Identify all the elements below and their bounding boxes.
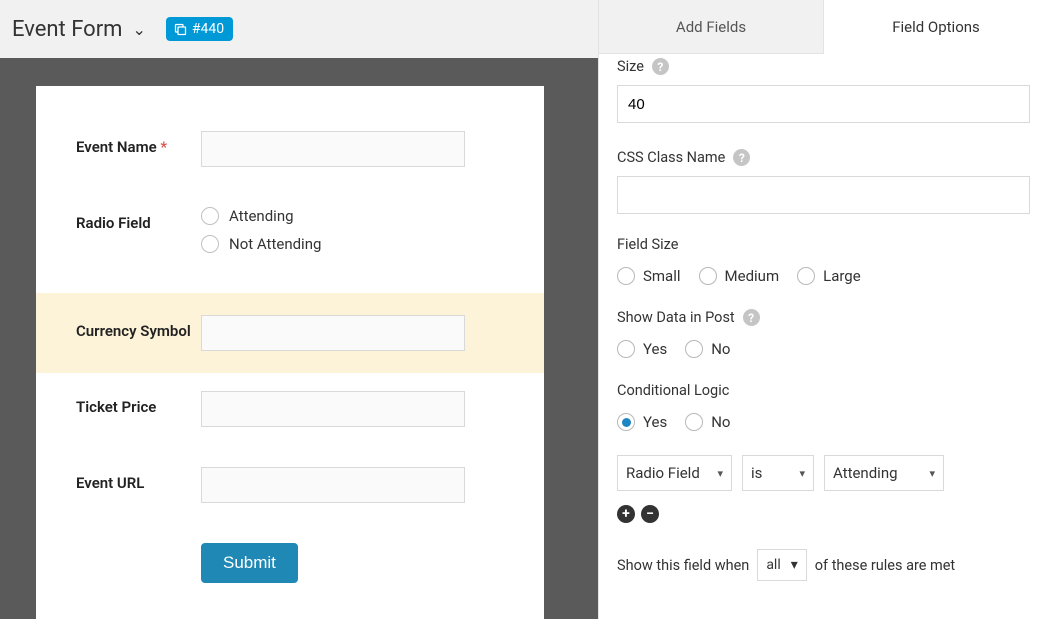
radio-option-attending[interactable]: Attending bbox=[201, 207, 514, 225]
caret-down-icon: ▾ bbox=[717, 467, 723, 480]
form-id-text: #440 bbox=[192, 21, 224, 37]
cond-rule-row: Radio Field ▾ is ▾ Attending ▾ bbox=[617, 455, 1030, 491]
form-card: Event Name * Radio Field Attending bbox=[36, 86, 544, 619]
required-mark: * bbox=[160, 138, 167, 156]
radio-icon bbox=[699, 267, 717, 285]
field-size-medium[interactable]: Medium bbox=[699, 267, 780, 285]
caret-down-icon: ▾ bbox=[791, 557, 798, 573]
radio-icon bbox=[617, 267, 635, 285]
form-preview-scroll[interactable]: Event Name * Radio Field Attending bbox=[0, 58, 598, 619]
size-input[interactable] bbox=[617, 85, 1030, 123]
panel-tabs: Add Fields Field Options bbox=[599, 0, 1048, 54]
field-size-small[interactable]: Small bbox=[617, 267, 681, 285]
field-options-body[interactable]: Size ? CSS Class Name ? Field Size Small… bbox=[599, 54, 1048, 619]
field-label: Currency Symbol bbox=[76, 315, 201, 342]
cond-logic-yes[interactable]: Yes bbox=[617, 413, 667, 431]
form-id-badge[interactable]: #440 bbox=[166, 17, 233, 41]
event-url-input[interactable] bbox=[201, 467, 465, 503]
help-icon[interactable]: ? bbox=[733, 149, 750, 166]
caret-down-icon: ▾ bbox=[929, 467, 935, 480]
field-label: Ticket Price bbox=[76, 391, 201, 418]
builder-header: Event Form ⌄ #440 bbox=[0, 0, 598, 58]
form-preview-area: Event Name * Radio Field Attending bbox=[0, 58, 598, 619]
form-builder-left: Event Form ⌄ #440 Event Name * bbox=[0, 0, 598, 619]
cond-value-select[interactable]: Attending ▾ bbox=[824, 455, 944, 491]
field-label: Event Name * bbox=[76, 131, 201, 158]
css-class-label: CSS Class Name ? bbox=[617, 149, 1030, 166]
css-class-input[interactable] bbox=[617, 176, 1030, 214]
cond-logic-no[interactable]: No bbox=[685, 413, 730, 431]
field-label: Event URL bbox=[76, 467, 201, 494]
form-title: Event Form bbox=[12, 17, 122, 42]
radio-icon bbox=[797, 267, 815, 285]
show-data-label: Show Data in Post ? bbox=[617, 309, 1030, 326]
field-event-name[interactable]: Event Name * bbox=[76, 131, 514, 167]
copy-icon bbox=[173, 22, 188, 37]
field-radio-field[interactable]: Radio Field Attending Not Attending bbox=[76, 207, 514, 263]
caret-down-icon: ▾ bbox=[799, 467, 805, 480]
event-name-input[interactable] bbox=[201, 131, 465, 167]
radio-icon bbox=[617, 340, 635, 358]
add-rule-button[interactable]: + bbox=[617, 505, 635, 523]
help-icon[interactable]: ? bbox=[652, 58, 669, 75]
radio-icon bbox=[685, 340, 703, 358]
cond-logic-label: Conditional Logic bbox=[617, 382, 1030, 399]
ticket-price-input[interactable] bbox=[201, 391, 465, 427]
radio-option-not-attending[interactable]: Not Attending bbox=[201, 235, 514, 253]
tab-field-options[interactable]: Field Options bbox=[824, 0, 1048, 54]
cond-add-remove: + − bbox=[617, 505, 1030, 523]
chevron-down-icon[interactable]: ⌄ bbox=[132, 20, 145, 39]
radio-icon bbox=[201, 207, 219, 225]
size-label: Size ? bbox=[617, 58, 1030, 75]
field-label: Radio Field bbox=[76, 207, 201, 234]
field-size-large[interactable]: Large bbox=[797, 267, 861, 285]
show-data-options: Yes No bbox=[617, 340, 1030, 358]
radio-icon bbox=[685, 413, 703, 431]
cond-summary: Show this field when all ▾ of these rule… bbox=[617, 549, 1030, 581]
cond-logic-options: Yes No bbox=[617, 413, 1030, 431]
radio-icon bbox=[201, 235, 219, 253]
help-icon[interactable]: ? bbox=[743, 309, 760, 326]
cond-match-select[interactable]: all ▾ bbox=[757, 549, 806, 581]
field-currency-symbol[interactable]: Currency Symbol bbox=[36, 293, 544, 373]
field-event-url[interactable]: Event URL bbox=[76, 467, 514, 503]
cond-field-select[interactable]: Radio Field ▾ bbox=[617, 455, 732, 491]
radio-icon bbox=[617, 413, 635, 431]
field-ticket-price[interactable]: Ticket Price bbox=[76, 391, 514, 427]
field-size-label: Field Size bbox=[617, 236, 1030, 253]
settings-panel: Add Fields Field Options Size ? CSS Clas… bbox=[598, 0, 1048, 619]
remove-rule-button[interactable]: − bbox=[641, 505, 659, 523]
show-data-yes[interactable]: Yes bbox=[617, 340, 667, 358]
submit-button[interactable]: Submit bbox=[201, 543, 298, 583]
field-size-options: Small Medium Large bbox=[617, 267, 1030, 285]
currency-symbol-input[interactable] bbox=[201, 315, 465, 351]
tab-add-fields[interactable]: Add Fields bbox=[599, 0, 824, 54]
show-data-no[interactable]: No bbox=[685, 340, 730, 358]
cond-op-select[interactable]: is ▾ bbox=[742, 455, 814, 491]
